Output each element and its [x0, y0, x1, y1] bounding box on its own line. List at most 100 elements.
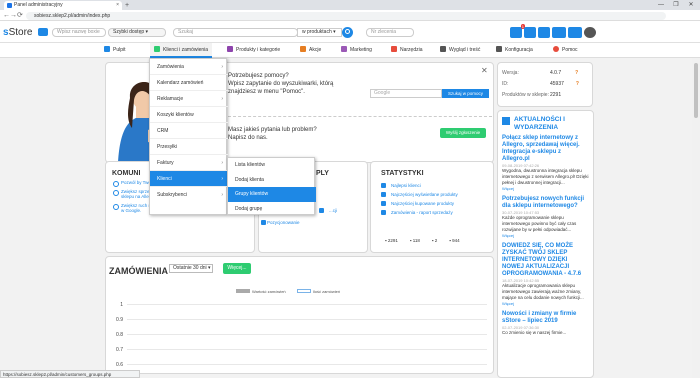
back-button[interactable]: ←	[3, 10, 10, 21]
dropdown-label: Reklamacje	[157, 96, 184, 102]
menu-produkty[interactable]: Produkty i kategorie	[227, 43, 280, 58]
help-icon[interactable]: ?	[575, 70, 578, 76]
dropdown-label: Koszyki klientów	[157, 112, 194, 118]
gear-icon	[496, 46, 502, 52]
menu-label: Konfiguracja	[505, 47, 533, 53]
logo[interactable]: sStore	[3, 27, 32, 38]
dropdown-label: CRM	[157, 128, 169, 134]
dropdown-item-zamowienia[interactable]: Zamówienia ›	[150, 59, 228, 75]
dropdown-item-subskrybenci[interactable]: Subskrybenci ›	[150, 187, 228, 203]
search-icon	[345, 29, 350, 34]
cart-icon[interactable]	[552, 27, 566, 38]
panel-title: ZAMÓWIENIA	[109, 266, 168, 276]
stat-link[interactable]: Najczęściej kupowane produkty	[379, 201, 493, 206]
stat-link[interactable]: Najlepsi klienci	[379, 183, 493, 188]
dropdown-item-reklamacje[interactable]: Reklamacje ›	[150, 91, 228, 107]
help-search-input[interactable]: Google	[370, 89, 442, 98]
dropdown-item-koszyki[interactable]: Koszyki klientów	[150, 107, 228, 123]
new-tab-button[interactable]: +	[125, 1, 129, 10]
menu-konfiguracja[interactable]: Konfiguracja	[496, 43, 533, 58]
maximize-button[interactable]: ❐	[669, 0, 683, 10]
dropdown-label: Zamówienia	[157, 64, 184, 70]
notifications-icon[interactable]: 1	[510, 24, 525, 38]
news-title-link[interactable]: DOWIEDZ SIĘ, CO MOŻE ZYSKAĆ TWÓJ SKLEP I…	[502, 243, 589, 278]
counter-products: ▪ 2291	[385, 238, 398, 243]
stat-link[interactable]: Najczęściej wyświetlane produkty	[379, 192, 493, 197]
panel-link[interactable]: ...cji	[317, 208, 337, 213]
submenu-item-dodaj-klienta[interactable]: Dodaj klienta	[228, 173, 316, 188]
submenu-item-dodaj-grupe[interactable]: Dodaj grupę	[228, 202, 316, 217]
quick-access-select[interactable]: Szybki dostęp ▾	[108, 28, 166, 37]
dropdown-label: Przesyłki	[157, 144, 178, 150]
browser-tab[interactable]: Panel administracyjny ×	[4, 1, 122, 10]
quick-access-input[interactable]: Wpisz nazwę boxie	[52, 28, 106, 37]
news-title-link[interactable]: Nowości i zmiany w firmie sStore – lipie…	[502, 311, 589, 325]
dropdown-item-kalendarz[interactable]: Kalendarz zamówień	[150, 75, 228, 91]
power-icon[interactable]	[584, 27, 596, 38]
menu-marketing[interactable]: Marketing	[341, 43, 372, 58]
version-value: 2291	[550, 92, 562, 98]
scrollbar-thumb[interactable]	[694, 63, 698, 118]
more-button[interactable]: Więcej...	[223, 263, 251, 274]
dropdown-item-przesylki[interactable]: Przesyłki	[150, 139, 228, 155]
dropdown-item-crm[interactable]: CRM	[150, 123, 228, 139]
quick-access-value: Szybki dostęp	[113, 29, 145, 35]
submenu-item-grupy-klientow[interactable]: Grupy klientów	[228, 187, 316, 202]
url-field[interactable]: sobiesz.sklep2.pl/admin/index.php	[26, 12, 666, 20]
mail-icon[interactable]	[538, 27, 550, 38]
menu-klienci[interactable]: Klienci i zamówienia	[150, 43, 213, 58]
menu-pulpit[interactable]: Pulpit	[104, 43, 126, 58]
close-window-button[interactable]: ✕	[684, 0, 698, 10]
order-number-input[interactable]: Nr zlecenia	[366, 28, 414, 37]
menu-pomoc[interactable]: Pomoc	[553, 43, 578, 58]
news-title-link[interactable]: Połącz sklep internetowy z Allegro, sprz…	[502, 135, 589, 163]
y-tick: 0.8	[116, 331, 123, 338]
more-link[interactable]: Więcej	[502, 233, 589, 238]
stat-link[interactable]: Zamówienia - raport sprzedaży	[379, 210, 493, 215]
version-row: Wersja: 4.0.7?	[502, 70, 592, 76]
help-search-button[interactable]: Szukaj w pomocy	[442, 89, 489, 98]
search-button[interactable]	[342, 27, 353, 38]
y-tick: 1	[120, 301, 123, 308]
dropdown-item-klienci[interactable]: Klienci ›	[150, 171, 228, 187]
dropdown-label: Subskrybenci	[157, 192, 188, 198]
counter-orders: ▪ 118	[409, 238, 420, 243]
gridline	[127, 349, 487, 350]
submenu-item-lista-klientow[interactable]: Lista klientów	[228, 158, 316, 173]
search-input[interactable]: Szukaj	[173, 28, 298, 37]
user-icon[interactable]	[568, 27, 582, 38]
tab-title: Panel administracyjny	[14, 2, 63, 8]
page-scrollbar[interactable]	[692, 58, 700, 378]
chevron-right-icon: ›	[221, 176, 223, 182]
help-icon	[553, 46, 559, 52]
more-link[interactable]: Więcej	[502, 301, 589, 306]
close-icon[interactable]: ✕	[481, 66, 488, 75]
date-range-value: Ostatnie 30 dni	[173, 265, 207, 271]
search-scope-value: w produktach	[302, 29, 332, 35]
tasks-icon[interactable]	[524, 27, 536, 38]
version-row: ID: 45937?	[502, 81, 592, 87]
positioning-link[interactable]: Pozycjonowanie	[259, 220, 300, 225]
search-scope-select[interactable]: w produktach ▾	[297, 28, 342, 37]
preview-store-button[interactable]	[38, 28, 48, 36]
counter-value: 118	[412, 238, 420, 243]
menu-akcje[interactable]: Akcje	[300, 43, 321, 58]
version-key: Produktów w sklepie:	[502, 92, 549, 98]
dropdown-item-faktury[interactable]: Faktury ›	[150, 155, 228, 171]
megaphone-icon	[341, 46, 347, 52]
close-tab-icon[interactable]: ×	[116, 1, 119, 10]
more-link[interactable]: Więcej	[502, 186, 589, 191]
legend-label: Ilość zamówień	[312, 289, 341, 294]
news-title-link[interactable]: Potrzebujesz nowych funkcji dla sklepu i…	[502, 196, 589, 210]
menu-narzedzia[interactable]: Narzędzia	[391, 43, 423, 58]
send-ticket-button[interactable]: Wyślij zgłoszenie	[440, 128, 486, 138]
help-line: znajdziesz w menu "Pomoc".	[228, 89, 305, 95]
forward-button[interactable]: →	[10, 10, 17, 21]
help-icon[interactable]: ?	[576, 81, 579, 87]
minimize-button[interactable]: —	[654, 0, 668, 10]
menu-label: Narzędzia	[400, 47, 423, 53]
reload-button[interactable]: ⟳	[17, 10, 23, 21]
date-range-select[interactable]: Ostatnie 30 dni ▾	[169, 264, 213, 273]
version-key: Wersja:	[502, 70, 519, 76]
menu-wyglad[interactable]: Wygląd i treść	[440, 43, 480, 58]
